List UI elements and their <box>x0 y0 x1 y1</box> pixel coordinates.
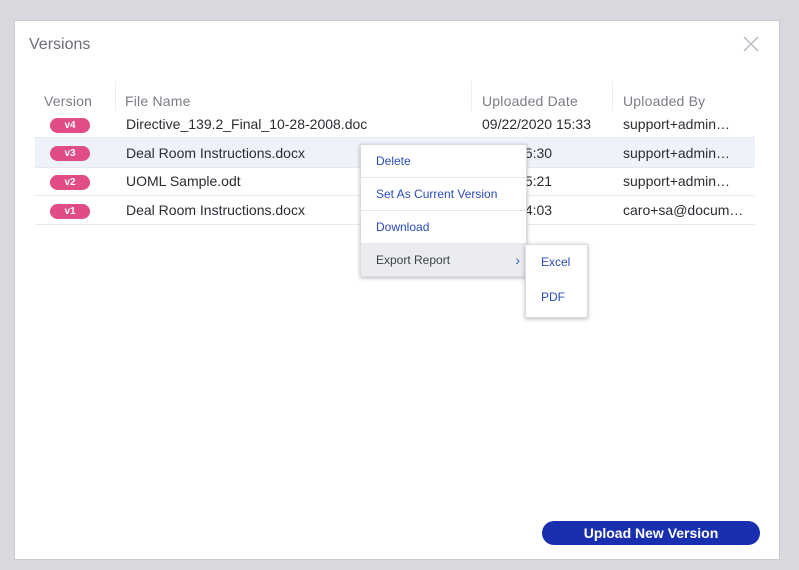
uploaded-by: caro+sa@docum… <box>623 202 744 218</box>
uploaded-by: support+admin… <box>623 173 731 189</box>
chevron-right-icon: › <box>515 252 520 268</box>
version-badge: v3 <box>50 146 90 161</box>
menu-item-download[interactable]: Download <box>361 211 526 244</box>
uploaded-date: 09/22/2020 15:33 <box>482 116 591 132</box>
menu-item-export-report[interactable]: Export Report › <box>361 244 526 276</box>
header-uploaded-by[interactable]: Uploaded By <box>623 93 705 109</box>
header-version[interactable]: Version <box>44 93 92 109</box>
table-row[interactable]: v4 Directive_139.2_Final_10-28-2008.doc … <box>35 111 755 138</box>
column-divider <box>612 81 613 111</box>
version-badge: v4 <box>50 118 90 133</box>
submenu-item-pdf[interactable]: PDF <box>526 280 587 315</box>
close-icon[interactable] <box>742 35 760 53</box>
version-badge: v1 <box>50 204 90 219</box>
table-header: Version File Name Uploaded Date Uploaded… <box>35 81 755 111</box>
header-uploaded-date[interactable]: Uploaded Date <box>482 93 578 109</box>
menu-item-label: Export Report <box>376 253 451 267</box>
version-badge: v2 <box>50 175 90 190</box>
menu-item-delete[interactable]: Delete <box>361 145 526 178</box>
uploaded-by: support+admin… <box>623 116 731 132</box>
export-submenu: Excel PDF <box>525 244 588 318</box>
menu-item-set-current-version[interactable]: Set As Current Version <box>361 178 526 211</box>
column-divider <box>471 81 472 111</box>
upload-new-version-button[interactable]: Upload New Version <box>542 521 760 545</box>
versions-dialog: Versions Version File Name Uploaded Date… <box>14 20 780 560</box>
header-file-name[interactable]: File Name <box>125 93 191 109</box>
column-divider <box>115 81 116 111</box>
file-name: Directive_139.2_Final_10-28-2008.doc <box>126 116 368 132</box>
dialog-title: Versions <box>29 36 91 53</box>
context-menu: Delete Set As Current Version Download E… <box>360 144 527 277</box>
uploaded-by: support+admin… <box>623 145 731 161</box>
submenu-item-excel[interactable]: Excel <box>526 245 587 280</box>
